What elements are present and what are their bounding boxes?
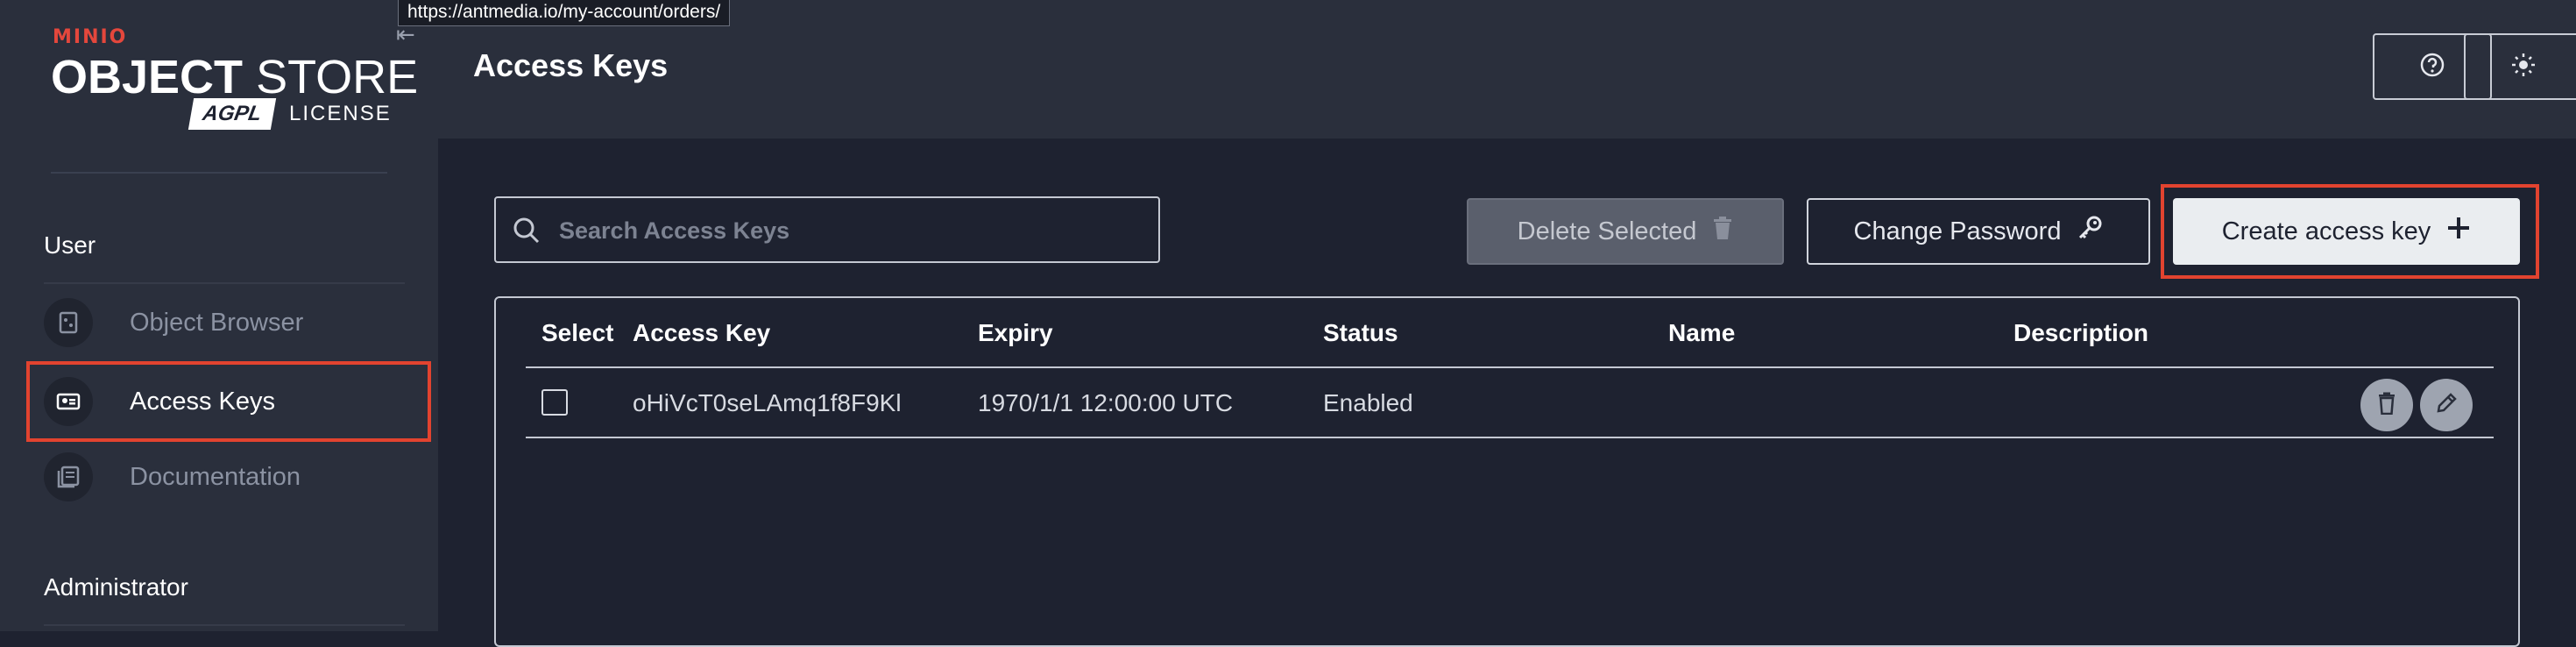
column-header-name[interactable]: Name bbox=[1668, 319, 1735, 347]
sidebar-section-user: User bbox=[44, 231, 96, 259]
pencil-icon bbox=[2435, 392, 2458, 419]
column-header-expiry[interactable]: Expiry bbox=[978, 319, 1053, 347]
minio-logo[interactable]: MINIO OBJECT STORE AGPL LICENSE bbox=[51, 25, 418, 130]
access-keys-icon bbox=[44, 377, 93, 426]
sidebar: MINIO OBJECT STORE AGPL LICENSE ⇤ User O… bbox=[0, 0, 438, 631]
search-box[interactable] bbox=[494, 196, 1160, 263]
license-label: LICENSE bbox=[289, 102, 392, 125]
create-access-key-button[interactable]: Create access key bbox=[2173, 198, 2520, 265]
agpl-badge: AGPL bbox=[188, 98, 277, 130]
delete-row-button[interactable] bbox=[2360, 379, 2413, 431]
search-input[interactable] bbox=[557, 210, 1139, 251]
column-header-description[interactable]: Description bbox=[2013, 319, 2148, 347]
key-icon bbox=[2077, 215, 2103, 248]
sidebar-item-documentation[interactable]: Documentation bbox=[26, 438, 429, 517]
sidebar-item-label: Access Keys bbox=[130, 387, 275, 416]
row-select-checkbox[interactable] bbox=[541, 389, 568, 416]
column-header-status[interactable]: Status bbox=[1323, 319, 1398, 347]
sidebar-item-label: Object Browser bbox=[130, 309, 304, 337]
access-keys-table: Select Access Key Expiry Status Name Des… bbox=[494, 296, 2520, 647]
create-access-key-label: Create access key bbox=[2221, 217, 2431, 245]
page-title: Access Keys bbox=[473, 47, 669, 83]
link-url-tooltip: https://antmedia.io/my-account/orders/ bbox=[398, 0, 731, 26]
change-password-label: Change Password bbox=[1853, 217, 2062, 245]
documentation-icon bbox=[44, 452, 93, 501]
cell-access-key: oHiVcT0seLAmq1f8F9Kl bbox=[633, 389, 902, 416]
trash-icon bbox=[1712, 216, 1733, 247]
object-browser-icon bbox=[44, 298, 93, 347]
sun-icon bbox=[2510, 52, 2537, 82]
search-icon bbox=[512, 216, 541, 250]
column-header-access-key[interactable]: Access Key bbox=[633, 319, 770, 347]
object-store-wordmark: OBJECT STORE bbox=[51, 51, 419, 103]
theme-toggle-button[interactable] bbox=[2464, 33, 2576, 100]
edit-row-button[interactable] bbox=[2420, 379, 2473, 431]
help-circle-icon bbox=[2419, 52, 2445, 82]
cell-status: Enabled bbox=[1323, 389, 1413, 416]
plus-icon bbox=[2446, 216, 2471, 247]
delete-selected-button[interactable]: Delete Selected bbox=[1467, 198, 1784, 265]
delete-selected-label: Delete Selected bbox=[1517, 217, 1697, 245]
column-header-select: Select bbox=[541, 319, 614, 346]
cell-expiry: 1970/1/1 12:00:00 UTC bbox=[978, 389, 1234, 416]
row-divider bbox=[526, 437, 2494, 438]
sidebar-separator bbox=[44, 624, 405, 626]
sidebar-item-access-keys[interactable]: Access Keys bbox=[26, 361, 431, 442]
sidebar-item-object-browser[interactable]: Object Browser bbox=[26, 284, 429, 363]
trash-icon bbox=[2377, 392, 2396, 419]
header-divider bbox=[526, 366, 2494, 368]
sidebar-item-label: Documentation bbox=[130, 463, 301, 491]
sidebar-divider bbox=[51, 172, 387, 174]
top-header bbox=[438, 0, 2576, 139]
change-password-button[interactable]: Change Password bbox=[1807, 198, 2150, 265]
minio-wordmark: MINIO bbox=[53, 26, 128, 48]
sidebar-section-administrator: Administrator bbox=[44, 573, 188, 601]
